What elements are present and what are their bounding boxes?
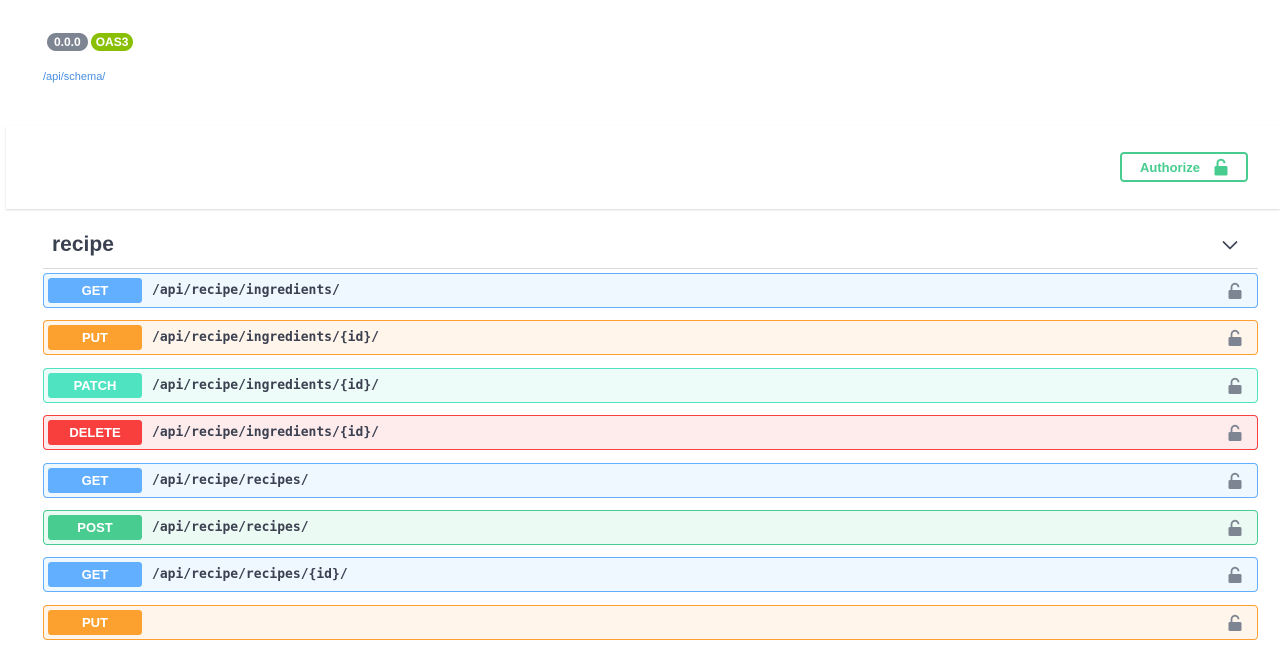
unlock-icon xyxy=(1214,158,1228,176)
method-badge: PUT xyxy=(48,609,142,635)
operation-path: /api/recipe/recipes/ xyxy=(152,472,309,488)
operation-path: /api/recipe/ingredients/{id}/ xyxy=(152,330,379,346)
operation-path: /api/recipe/ingredients/{id}/ xyxy=(152,425,379,441)
scheme-container: Authorize xyxy=(6,126,1280,209)
api-info: 0.0.0 OAS3 /api/schema/ xyxy=(0,0,1280,126)
operation-path: /api/recipe/ingredients/ xyxy=(152,283,340,298)
method-badge: POST xyxy=(48,514,142,540)
tag-section-recipe: recipe GET /api/recipe/ingredients/ PUT … xyxy=(43,222,1258,640)
unlock-icon[interactable] xyxy=(1228,282,1242,300)
operation-row[interactable]: PUT /api/recipe/ingredients/{id}/ xyxy=(43,320,1258,356)
oas-badge: OAS3 xyxy=(90,33,134,51)
chevron-down-icon[interactable] xyxy=(1222,240,1238,250)
unlock-icon[interactable] xyxy=(1228,377,1242,395)
operations-list: GET /api/recipe/ingredients/ PUT /api/re… xyxy=(43,273,1258,652)
method-badge: GET xyxy=(48,562,142,588)
tag-title: recipe xyxy=(52,233,114,256)
unlock-icon[interactable] xyxy=(1228,614,1242,632)
unlock-icon[interactable] xyxy=(1228,519,1242,537)
tag-header[interactable]: recipe xyxy=(43,222,1258,269)
operation-row[interactable]: POST /api/recipe/recipes/ xyxy=(43,509,1258,545)
method-badge: PUT xyxy=(48,325,142,351)
authorize-label: Authorize xyxy=(1140,159,1200,175)
operation-row[interactable]: PATCH /api/recipe/ingredients/{id}/ xyxy=(43,367,1258,403)
operation-row[interactable]: GET /api/recipe/ingredients/ xyxy=(43,273,1258,308)
operation-row[interactable]: DELETE /api/recipe/ingredients/{id}/ xyxy=(43,415,1258,451)
unlock-icon[interactable] xyxy=(1228,566,1242,584)
operation-path: /api/recipe/recipes/ xyxy=(152,519,309,535)
schema-link[interactable]: /api/schema/ xyxy=(43,71,105,83)
unlock-icon[interactable] xyxy=(1228,472,1242,490)
operation-path: /api/recipe/recipes/{id}/ xyxy=(152,567,348,583)
method-badge: GET xyxy=(48,278,142,303)
method-badge: DELETE xyxy=(48,420,142,446)
operation-row[interactable]: GET /api/recipe/recipes/{id}/ xyxy=(43,557,1258,593)
version-badge: 0.0.0 xyxy=(47,33,88,51)
method-badge: GET xyxy=(48,467,142,493)
unlock-icon[interactable] xyxy=(1228,329,1242,347)
authorize-button[interactable]: Authorize xyxy=(1120,152,1248,182)
operation-row[interactable]: PUT xyxy=(43,604,1258,640)
unlock-icon[interactable] xyxy=(1228,424,1242,442)
method-badge: PATCH xyxy=(48,372,142,398)
operation-row[interactable]: GET /api/recipe/recipes/ xyxy=(43,462,1258,498)
version-badges: 0.0.0 OAS3 xyxy=(47,33,134,51)
operation-path: /api/recipe/ingredients/{id}/ xyxy=(152,377,379,393)
